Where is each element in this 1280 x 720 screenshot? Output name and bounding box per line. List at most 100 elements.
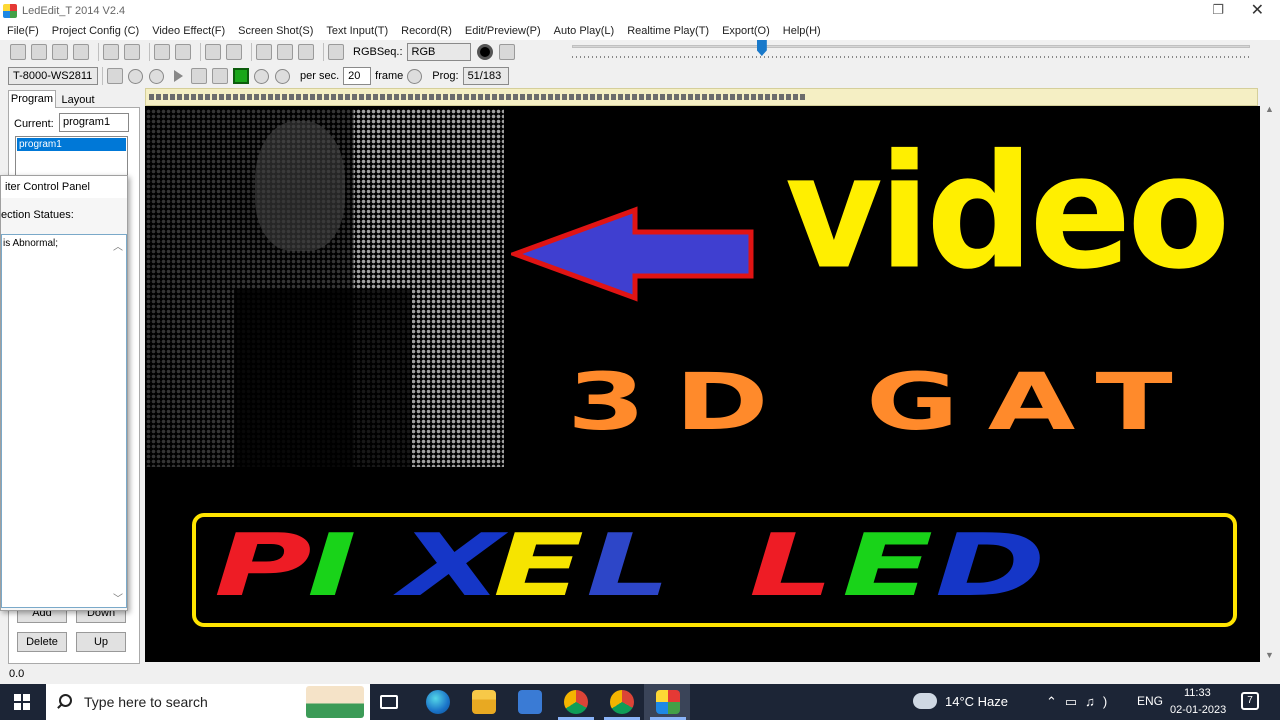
save-icon[interactable]: [73, 44, 89, 60]
zoom-out-icon[interactable]: [275, 68, 290, 84]
open-folder-icon[interactable]: [31, 44, 47, 60]
pixel-led-box: PIXELLED: [192, 513, 1237, 627]
language-indicator[interactable]: ENG: [1137, 694, 1163, 708]
settings-icon[interactable]: [52, 44, 68, 60]
stop-icon[interactable]: [128, 68, 143, 84]
weather-text[interactable]: 14°C Haze: [945, 694, 1008, 709]
snapshot-icon[interactable]: [107, 68, 123, 84]
scroll-down-icon[interactable]: ﹀: [113, 590, 123, 605]
search-icon: [56, 694, 72, 710]
clear-icon[interactable]: [498, 44, 515, 60]
chrome-icon[interactable]: [610, 690, 634, 714]
toolbar-separator: [102, 67, 103, 85]
menu-export[interactable]: Export(O): [722, 25, 770, 37]
tab-layout[interactable]: Layout: [57, 92, 99, 108]
frame-icon[interactable]: [175, 44, 191, 60]
search-highlight-image[interactable]: [306, 686, 364, 718]
send-green-icon[interactable]: [233, 68, 249, 84]
new-file-icon[interactable]: [10, 44, 26, 60]
copy-icon[interactable]: [103, 44, 119, 60]
toolbar-separator: [323, 43, 324, 61]
record-circle-icon[interactable]: [476, 44, 493, 60]
controller-select[interactable]: T-8000-WS2811: [8, 67, 98, 85]
menu-screen-shot[interactable]: Screen Shot(S): [238, 25, 313, 37]
pixel-dot-strip: [149, 94, 807, 100]
playback-toolbar: T-8000-WS2811 per sec. 20 frame Prog: 51…: [0, 64, 1280, 88]
restore-icon[interactable]: ❐: [1212, 2, 1224, 18]
menu-record[interactable]: Record(R): [401, 25, 452, 37]
menu-edit-preview[interactable]: Edit/Preview(P): [465, 25, 541, 37]
rgbseq-label: RGBSeq.:: [353, 46, 403, 58]
menu-help[interactable]: Help(H): [783, 25, 821, 37]
file-explorer-icon[interactable]: [472, 690, 496, 714]
close-icon[interactable]: ✕: [1251, 0, 1264, 20]
ledit-app-icon[interactable]: [656, 690, 680, 714]
pixel-led-letter: L: [586, 516, 671, 616]
menu-video-effect[interactable]: Video Effect(F): [152, 25, 225, 37]
frame-label: frame: [375, 70, 404, 82]
video-text: video: [785, 121, 1230, 305]
status-log-text: is Abnormal;: [3, 238, 59, 249]
clock-time[interactable]: 11:33: [1184, 687, 1211, 699]
dot-icon[interactable]: [256, 44, 272, 60]
system-tray-icons[interactable]: ⌃▭♫): [1046, 694, 1115, 710]
store-icon[interactable]: [518, 690, 542, 714]
menu-realtime-play[interactable]: Realtime Play(T): [627, 25, 709, 37]
notification-icon[interactable]: 7: [1241, 692, 1259, 710]
layer-icon[interactable]: [226, 44, 242, 60]
windows-start-icon[interactable]: [14, 694, 30, 710]
led-preview-canvas[interactable]: video 3D GAT PIXELLED: [145, 106, 1260, 662]
3d-gat-text: 3D GAT: [567, 358, 1202, 448]
timeline-slider-track[interactable]: [572, 45, 1250, 48]
taskbar-search[interactable]: Type here to search: [46, 684, 370, 720]
toolbar-separator: [98, 43, 99, 61]
status-text: 0.0: [9, 668, 25, 680]
control-panel-window[interactable]: iter Control Panel ection Statues: is Ab…: [0, 175, 128, 611]
toolbar-separator: [200, 43, 201, 61]
toolbar-separator: [251, 43, 252, 61]
chrome-icon[interactable]: [564, 690, 588, 714]
rgbseq-field[interactable]: RGB: [406, 43, 471, 61]
scroll-down-icon[interactable]: ▼: [1265, 650, 1274, 660]
delete-button[interactable]: Delete: [17, 632, 67, 652]
status-bar: 0.0: [0, 664, 1280, 684]
list-item[interactable]: program1: [17, 138, 126, 151]
crop-icon[interactable]: [298, 44, 314, 60]
task-view-icon[interactable]: [380, 695, 398, 709]
next-frame-icon[interactable]: [212, 68, 228, 84]
scroll-up-icon[interactable]: ▲: [1265, 104, 1274, 114]
fps-input[interactable]: 20: [343, 67, 372, 85]
up-button[interactable]: Up: [76, 632, 126, 652]
menu-file[interactable]: File(F): [7, 25, 39, 37]
prev-frame-icon[interactable]: [191, 68, 207, 84]
prog-label: Prog:: [432, 70, 459, 82]
toolbar-separator: [149, 43, 150, 61]
status-log[interactable]: is Abnormal; ︿ ﹀: [1, 234, 127, 608]
edge-icon[interactable]: [426, 690, 450, 714]
play-icon[interactable]: [174, 70, 183, 82]
vertical-scrollbar[interactable]: ▲ ▼: [1260, 88, 1280, 664]
menu-text-input[interactable]: Text Input(T): [326, 25, 388, 37]
paste-icon[interactable]: [124, 44, 140, 60]
menu-bar: File(F) Project Config (C) Video Effect(…: [0, 21, 1280, 40]
video-person-head: [255, 121, 345, 251]
brush-icon[interactable]: [154, 44, 170, 60]
square-icon[interactable]: [277, 44, 293, 60]
pause-icon[interactable]: [149, 68, 164, 84]
taskbar: Type here to search 14°C Haze ⌃▭♫) ENG 1…: [0, 684, 1280, 720]
scroll-up-icon[interactable]: ︿: [113, 238, 123, 253]
weather-cloud-icon[interactable]: [913, 693, 937, 709]
tab-program[interactable]: Program: [8, 90, 56, 108]
app-icon: [3, 3, 17, 18]
clock-date[interactable]: 02-01-2023: [1170, 704, 1226, 716]
menu-auto-play[interactable]: Auto Play(L): [554, 25, 615, 37]
current-label: Current:: [14, 118, 54, 130]
current-program-field[interactable]: program1: [59, 113, 129, 132]
menu-project-config[interactable]: Project Config (C): [52, 25, 139, 37]
program-list[interactable]: program1: [15, 136, 128, 176]
pencil-icon[interactable]: [328, 44, 344, 60]
refresh-icon[interactable]: [407, 68, 423, 84]
zoom-in-icon[interactable]: [254, 68, 269, 84]
image-icon[interactable]: [205, 44, 221, 60]
control-panel-title[interactable]: iter Control Panel: [1, 176, 127, 198]
